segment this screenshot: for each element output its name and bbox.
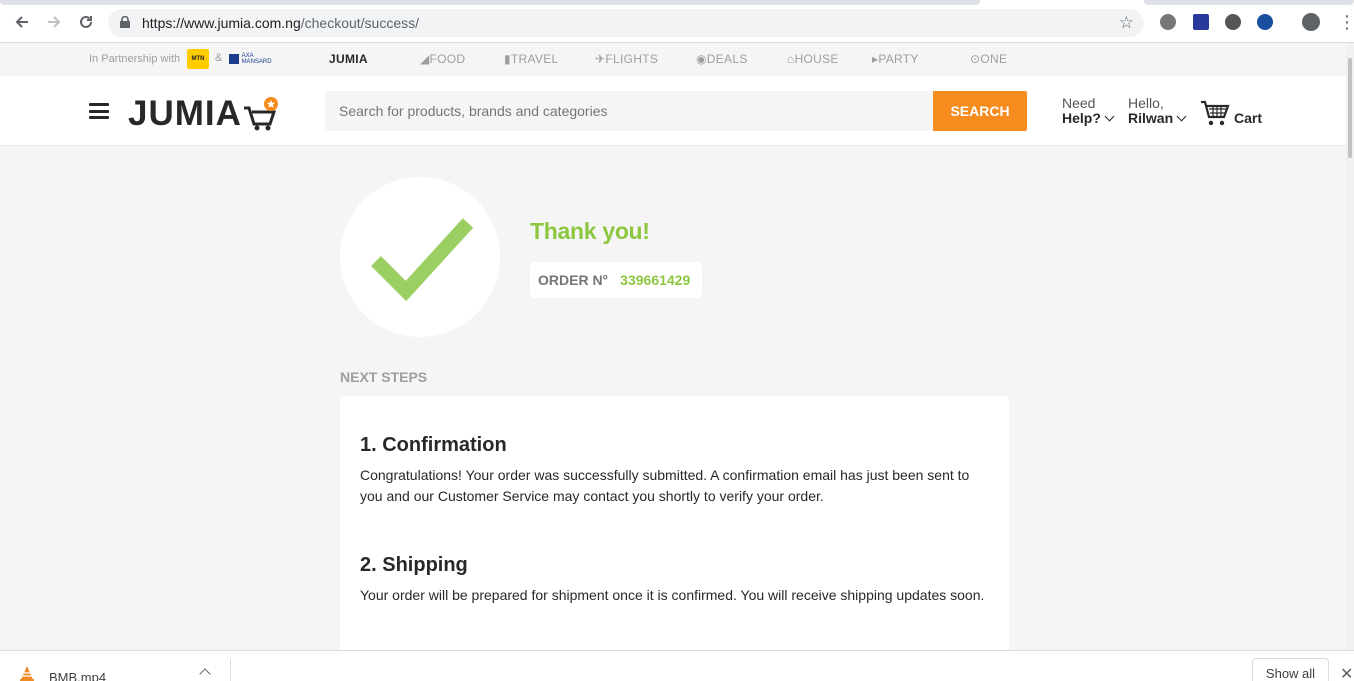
close-icon[interactable]: ✕ bbox=[1340, 667, 1353, 681]
sister-site-jumia[interactable]: JUMIA bbox=[329, 52, 368, 66]
reload-icon[interactable] bbox=[76, 12, 96, 32]
chevron-down-icon bbox=[1104, 111, 1115, 122]
sister-site-one[interactable]: ⊙ONE bbox=[970, 52, 1007, 66]
cart-button[interactable]: Cart bbox=[1200, 96, 1262, 128]
house-icon: ⌂ bbox=[787, 52, 795, 66]
success-check-circle bbox=[340, 177, 500, 337]
back-icon[interactable] bbox=[12, 12, 32, 32]
travel-icon: ▮ bbox=[504, 52, 511, 66]
vlc-file-icon bbox=[20, 666, 34, 681]
food-icon: ◢ bbox=[420, 52, 430, 66]
extension-icon-3[interactable] bbox=[1225, 14, 1241, 30]
plane-icon: ✈ bbox=[595, 52, 606, 66]
sister-site-house[interactable]: ⌂HOUSE bbox=[787, 52, 839, 66]
chevron-down-icon bbox=[1176, 111, 1187, 122]
order-label: ORDER N° bbox=[538, 272, 609, 288]
tab-active[interactable] bbox=[0, 0, 980, 5]
show-all-button[interactable]: Show all bbox=[1252, 658, 1329, 681]
browser-menu-icon[interactable]: ⋮ bbox=[1338, 13, 1354, 31]
extension-icon-2[interactable] bbox=[1193, 14, 1209, 30]
scrollbar-thumb[interactable] bbox=[1348, 58, 1352, 158]
browser-toolbar: https://www.jumia.com.ng/checkout/succes… bbox=[0, 0, 1354, 43]
order-number-box: ORDER N° 339661429 bbox=[530, 262, 702, 298]
ampersand: & bbox=[215, 52, 223, 64]
axa-mansard-logo[interactable]: AXA MANSARD bbox=[229, 52, 283, 66]
sister-site-party[interactable]: ▸PARTY bbox=[872, 52, 919, 66]
address-bar[interactable]: https://www.jumia.com.ng/checkout/succes… bbox=[108, 9, 1144, 37]
mtn-logo[interactable]: MTN bbox=[187, 49, 209, 69]
sister-site-travel[interactable]: ▮TRAVEL bbox=[504, 52, 559, 66]
logo-cart-icon bbox=[243, 97, 278, 131]
bookmark-star-icon[interactable]: ☆ bbox=[1119, 13, 1134, 33]
divider bbox=[230, 659, 231, 681]
account-menu[interactable]: Hello, Rilwan bbox=[1128, 96, 1187, 126]
download-file-name[interactable]: BMB.mp4 bbox=[49, 670, 106, 681]
tab-inactive[interactable] bbox=[1144, 0, 1354, 5]
partner-text: In Partnership with bbox=[89, 53, 181, 65]
order-number: 339661429 bbox=[620, 272, 691, 288]
site-header: JUMIA SEARCH Need Help? Hello, Rilwan Ca… bbox=[0, 76, 1354, 146]
search-input[interactable] bbox=[325, 91, 933, 131]
forward-icon[interactable] bbox=[44, 12, 64, 32]
deals-icon: ◉ bbox=[696, 52, 707, 66]
step-text: Congratulations! Your order was successf… bbox=[360, 467, 970, 504]
cart-icon bbox=[1201, 100, 1230, 126]
step-text: Your order will be prepared for shipment… bbox=[360, 587, 985, 603]
extension-icon-4[interactable] bbox=[1257, 14, 1273, 30]
help-menu[interactable]: Need Help? bbox=[1062, 96, 1115, 126]
profile-icon[interactable] bbox=[1302, 13, 1320, 31]
sister-site-deals[interactable]: ◉DEALS bbox=[696, 52, 748, 66]
one-icon: ⊙ bbox=[970, 52, 981, 66]
menu-hamburger-icon[interactable] bbox=[89, 103, 109, 119]
lock-icon bbox=[120, 16, 130, 28]
step-title: 2. Shipping bbox=[360, 554, 468, 576]
url-text: https://www.jumia.com.ng/checkout/succes… bbox=[142, 15, 420, 31]
sister-site-flights[interactable]: ✈FLIGHTS bbox=[595, 52, 658, 66]
checkmark-icon bbox=[371, 218, 474, 302]
step-title: 1. Confirmation bbox=[360, 434, 507, 456]
jumia-logo[interactable]: JUMIA bbox=[128, 92, 279, 132]
sister-site-food[interactable]: ◢FOOD bbox=[420, 52, 465, 66]
download-bar: BMB.mp4 Show all ✕ bbox=[0, 650, 1354, 681]
chevron-up-icon[interactable] bbox=[199, 668, 211, 680]
search-button[interactable]: SEARCH bbox=[933, 91, 1027, 131]
thank-you-heading: Thank you! bbox=[530, 218, 650, 244]
extension-icon-1[interactable] bbox=[1160, 14, 1176, 30]
next-steps-card: 1. Confirmation Congratulations! Your or… bbox=[340, 396, 1009, 666]
next-steps-heading: NEXT STEPS bbox=[340, 369, 428, 385]
tab-strip bbox=[0, 0, 1354, 5]
